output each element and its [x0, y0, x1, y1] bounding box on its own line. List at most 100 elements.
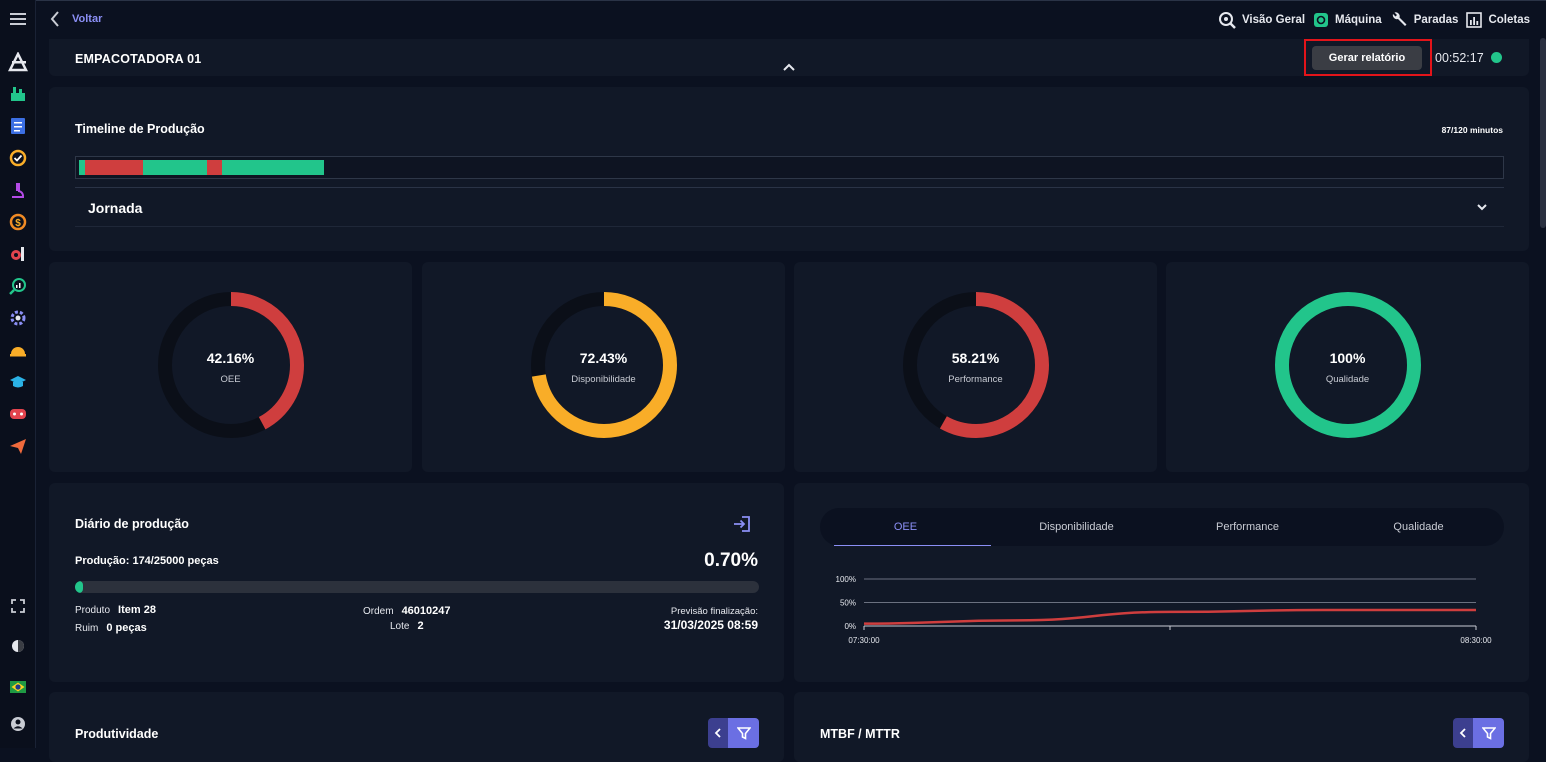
forecast-label: Previsão finalização:: [670, 606, 758, 617]
indicator-label: Qualidade: [1325, 374, 1370, 385]
helmet-icon[interactable]: [8, 340, 28, 360]
filter-icon: [1481, 727, 1496, 740]
status-dot: [1491, 52, 1502, 63]
nav-paradas[interactable]: Paradas: [1390, 11, 1459, 29]
indicator-value: 72.43%: [579, 350, 628, 366]
top-nav: Visão Geral Máquina Paradas Coletas: [1218, 11, 1530, 29]
forecast-value: 31/03/2025 08:59: [663, 618, 758, 632]
prev-button[interactable]: [708, 718, 728, 748]
badge-check-icon[interactable]: [8, 148, 28, 168]
timeline-card: Timeline de Produção 87/120 minutos Jorn…: [49, 87, 1529, 251]
y-tick-label: 100%: [836, 575, 856, 584]
production-diary-card: Diário de produção Produção: 174/25000 p…: [49, 483, 784, 682]
back-button[interactable]: Voltar: [50, 11, 102, 27]
waste-row: Ruim 0 peças: [75, 622, 147, 634]
lot-label: Lote: [390, 621, 410, 632]
factory-icon[interactable]: [8, 84, 28, 104]
theme-toggle-icon[interactable]: [8, 636, 28, 656]
chevron-up-icon[interactable]: [782, 61, 796, 73]
indicator-card-performance: 58.21% Performance: [794, 262, 1157, 472]
document-icon[interactable]: [8, 116, 28, 136]
svg-text:$: $: [15, 218, 21, 229]
indicator-label: OEE: [220, 374, 241, 385]
machine-timer: 00:52:17: [1435, 51, 1484, 65]
logo-icon[interactable]: [8, 52, 28, 72]
productivity-card: Produtividade: [49, 692, 784, 762]
indicator-label: Performance: [948, 374, 1003, 385]
y-tick-label: 0%: [844, 622, 856, 631]
indicator-value: 100%: [1329, 350, 1366, 366]
production-progress: [75, 581, 759, 593]
trend-chart: 100% 50% 0% 07:30:00 08:30:00: [836, 575, 1493, 645]
gamepad-icon[interactable]: [8, 404, 28, 424]
mtbf-filter: [1453, 718, 1504, 748]
generate-report-button[interactable]: Gerar relatório: [1312, 46, 1422, 70]
machine-header: EMPACOTADORA 01 Gerar relatório 00:52:17: [49, 39, 1529, 76]
timeline-title: Timeline de Produção: [75, 122, 205, 136]
nav-coletas-label: Coletas: [1488, 14, 1530, 26]
timeline-minutes: 87/120 minutos: [1441, 125, 1503, 135]
timeline-segment-stopped[interactable]: [206, 160, 223, 175]
microscope-icon[interactable]: [8, 180, 28, 200]
sidebar: $: [0, 0, 36, 748]
filter-icon: [736, 727, 751, 740]
back-label: Voltar: [72, 13, 103, 25]
order-value: 46010247: [401, 605, 451, 617]
filter-button[interactable]: [728, 718, 759, 748]
brazil-flag-icon[interactable]: [8, 677, 28, 697]
wrench-icon: [1392, 12, 1407, 26]
y-tick-label: 50%: [840, 599, 856, 608]
fullscreen-icon[interactable]: [8, 596, 28, 616]
bar-chart-icon: [1466, 12, 1483, 28]
paper-plane-icon[interactable]: [8, 436, 28, 456]
productivity-title: Produtividade: [75, 727, 159, 741]
product-row: Produto Item 28: [75, 604, 156, 616]
indicator-label: Disponibilidade: [571, 374, 636, 385]
waste-label: Ruim: [75, 623, 99, 634]
analytics-icon[interactable]: [8, 276, 28, 296]
money-icon[interactable]: $: [8, 212, 28, 232]
scrollbar[interactable]: [1540, 38, 1546, 228]
nav-paradas-label: Paradas: [1413, 14, 1459, 26]
filter-button[interactable]: [1473, 718, 1504, 748]
nav-maquina[interactable]: Máquina: [1313, 11, 1382, 29]
indicator-value: 58.21%: [951, 350, 1000, 366]
machine-icon: [1314, 13, 1329, 27]
x-tick-label: 07:30:00: [848, 636, 880, 645]
settings-gear-icon[interactable]: [8, 308, 28, 328]
timeline-segment-stopped[interactable]: [84, 160, 143, 175]
product-value: Item 28: [118, 604, 156, 616]
nav-visao-geral[interactable]: Visão Geral: [1218, 11, 1305, 29]
waste-value: 0 peças: [106, 622, 147, 634]
prev-button[interactable]: [1453, 718, 1473, 748]
graduation-cap-icon[interactable]: [8, 372, 28, 392]
tab-disponibilidade[interactable]: Disponibilidade: [991, 508, 1162, 546]
jornada-accordion[interactable]: Jornada: [75, 187, 1504, 227]
productivity-filter: [708, 718, 759, 748]
chevron-left-icon: [714, 728, 721, 738]
tools-icon[interactable]: [8, 244, 28, 264]
order-row: Ordem 46010247: [363, 605, 451, 617]
login-arrow-icon[interactable]: [733, 516, 751, 532]
production-percent: 0.70%: [704, 550, 758, 571]
tab-performance[interactable]: Performance: [1162, 508, 1333, 546]
production-progress-fill: [75, 581, 84, 593]
product-label: Produto: [75, 605, 111, 616]
nav-coletas[interactable]: Coletas: [1466, 11, 1530, 29]
timeline-bar[interactable]: [75, 156, 1504, 179]
menu-icon[interactable]: [8, 9, 28, 29]
diary-title: Diário de produção: [75, 517, 189, 531]
indicator-value: 42.16%: [206, 350, 255, 366]
indicator-card-oee: 42.16% OEE: [49, 262, 412, 472]
tab-oee[interactable]: OEE: [820, 508, 991, 546]
mtbf-card: MTBF / MTTR: [794, 692, 1529, 762]
tab-qualidade[interactable]: Qualidade: [1333, 508, 1504, 546]
oee-trend-line: [863, 608, 1476, 625]
timeline-segment-running[interactable]: [142, 160, 207, 175]
lot-row: Lote 2: [390, 620, 424, 632]
timeline-segment-running[interactable]: [222, 160, 325, 175]
lot-value: 2: [417, 620, 424, 632]
user-icon[interactable]: [8, 714, 28, 734]
order-label: Ordem: [363, 606, 394, 617]
nav-visao-geral-label: Visão Geral: [1241, 14, 1306, 26]
